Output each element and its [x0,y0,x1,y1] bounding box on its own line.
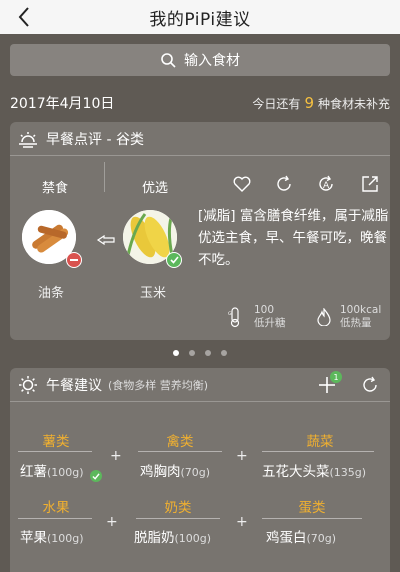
gi-thermometer-icon: GI [228,307,240,328]
food-weight: (135g) [329,466,367,479]
divider [262,451,374,452]
flame-icon [317,308,331,326]
category-label: 蛋类 [298,500,326,516]
plus-icon: + [110,448,122,464]
search-placeholder: 输入食材 [184,53,240,69]
food-weight: (70g) [306,532,337,545]
search-icon [161,53,176,68]
top-nav-bar: 我的PiPi建议 [0,0,400,34]
food-item[interactable]: 苹果(100g) [20,526,84,546]
food-name: 苹果 [20,530,47,546]
category-label: 蔬菜 [306,434,334,450]
check-badge-icon [166,252,182,268]
page-dot[interactable] [173,350,179,356]
food-name: 脱脂奶 [134,530,175,546]
remove-badge-icon [66,252,82,268]
category-label: 水果 [42,500,70,516]
back-button[interactable] [12,3,36,31]
prefer-food-name: 玉米 [140,286,167,301]
chevron-left-icon [18,7,29,27]
avoid-label: 禁食 [42,181,69,196]
food-item[interactable]: 五花大头菜(135g) [262,460,366,480]
food-weight: (70g) [180,466,211,479]
add-count-badge: 1 [330,371,342,383]
category-label: 奶类 [164,500,192,516]
lunch-suggestion-card[interactable]: 午餐建议 (食物多样 营养均衡) 1 薯类 红薯(100g) + 禽类 鸡胸肉(… [10,368,390,572]
current-date: 2017年4月10日 [10,96,115,112]
divider [104,162,105,192]
food-name: 鸡蛋白 [266,530,307,546]
breakfast-review-card[interactable]: 早餐点评 - 谷类 禁食 优选 A 油条 玉米 [减脂] 富含膳食纤维，属于减脂… [10,122,390,340]
food-item[interactable]: 红薯(100g) [20,460,84,480]
divider [18,518,92,519]
plus-icon: + [236,448,248,464]
food-item[interactable]: 鸡胸肉(70g) [140,460,210,480]
category-label: 薯类 [42,434,70,450]
divider [136,518,220,519]
share-icon[interactable] [360,174,380,194]
page-dot[interactable] [221,350,227,356]
divider [138,451,222,452]
avoid-food-name: 油条 [38,286,65,301]
status-prefix: 今日还有 [252,97,301,111]
refresh-icon[interactable] [360,375,380,395]
calorie-label: 低热量 [340,317,372,329]
food-item[interactable]: 脱脂奶(100g) [134,526,211,546]
lunch-title: 午餐建议 [46,377,102,394]
card-header: 早餐点评 - 谷类 [10,122,390,156]
divider [262,518,362,519]
search-input[interactable]: 输入食材 [10,44,390,76]
category-label: 禽类 [166,434,194,450]
plus-icon: + [236,514,248,530]
page-dot[interactable] [189,350,195,356]
calorie-value: 100kcal [340,304,382,316]
food-weight: (100g) [47,466,84,479]
sun-icon [19,375,37,394]
page-indicator [0,350,400,356]
divider [18,451,92,452]
food-name: 红薯 [20,464,47,480]
food-weight: (100g) [47,532,84,545]
svg-text:GI: GI [228,311,233,317]
refresh-icon[interactable] [274,174,294,194]
svg-text:A: A [323,181,330,191]
food-name: 鸡胸肉 [140,464,181,480]
status-suffix: 种食材未补充 [317,97,390,111]
food-weight: (100g) [174,532,212,545]
food-name: 五花大头菜 [262,464,330,480]
gi-metric: 100 低升糖 [254,304,286,330]
plus-icon: + [106,514,118,530]
gi-label: 低升糖 [254,317,286,329]
food-description: [减脂] 富含膳食纤维，属于减脂优选主食，早、午餐可吃，晚餐不吃。 [198,208,389,268]
calorie-metric: 100kcal 低热量 [340,304,381,330]
page-dot[interactable] [205,350,211,356]
food-item[interactable]: 鸡蛋白(70g) [266,526,336,546]
sunrise-icon [19,131,37,148]
missing-count: 9 [304,94,314,112]
date-row: 2017年4月10日 今日还有 9 种食材未补充 [10,92,390,114]
check-badge-icon [90,470,102,482]
gi-value: 100 [254,304,275,316]
lunch-subtitle: (食物多样 营养均衡) [108,378,209,392]
breakfast-title: 早餐点评 - 谷类 [46,131,144,148]
rotate-a-icon[interactable]: A [316,174,336,194]
prefer-label: 优选 [142,181,169,196]
page-title: 我的PiPi建议 [149,9,251,30]
heart-icon[interactable] [232,174,252,194]
pointing-hand-icon [96,234,115,246]
missing-food-status: 今日还有 9 种食材未补充 [252,94,390,112]
